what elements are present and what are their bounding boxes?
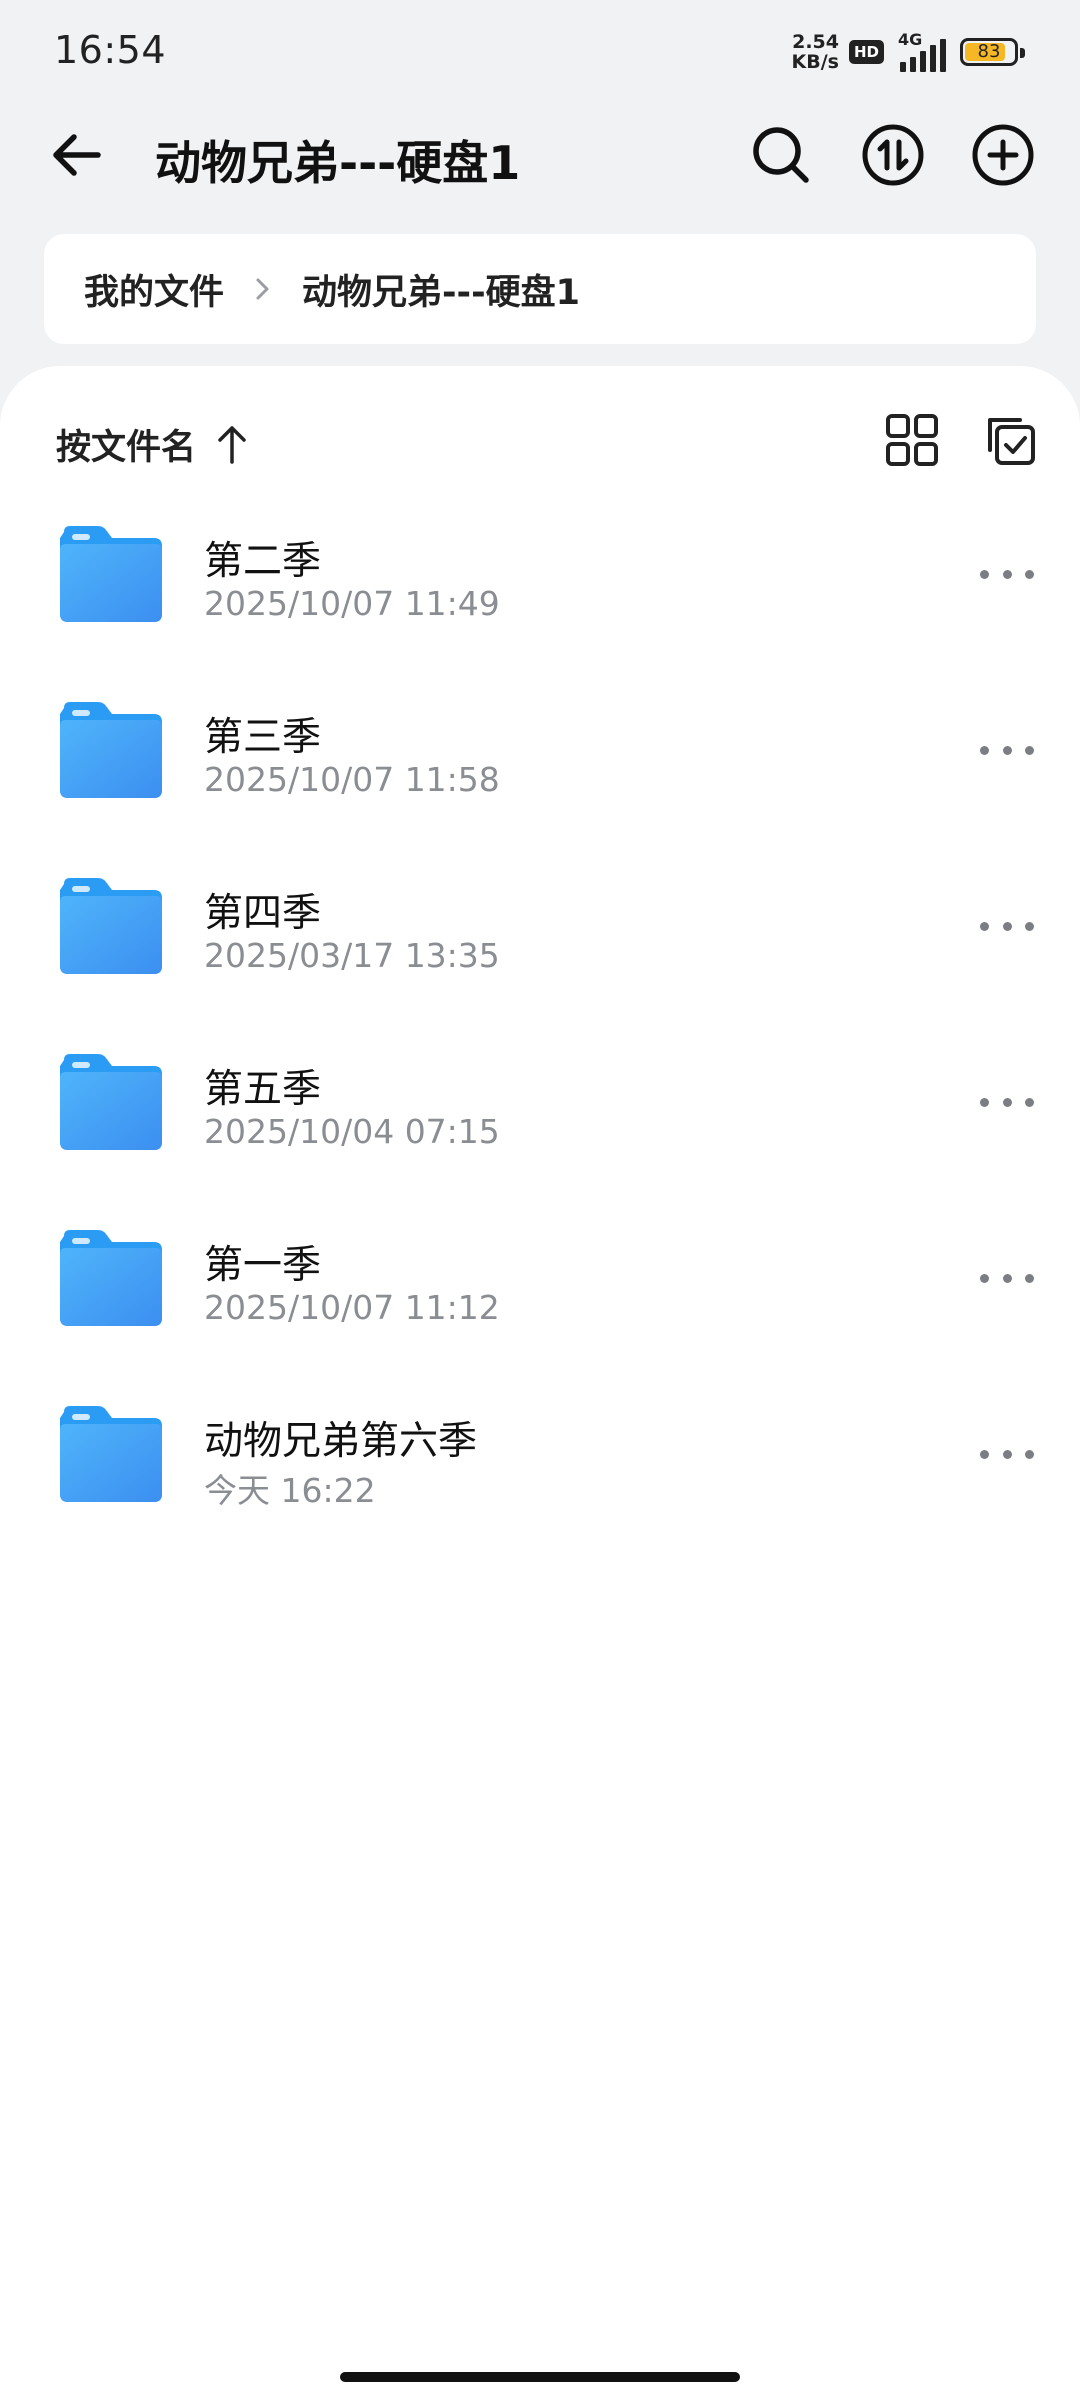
battery-icon: 83 bbox=[960, 38, 1025, 66]
folder-icon bbox=[60, 1230, 162, 1326]
multi-select-button[interactable] bbox=[978, 408, 1040, 470]
dot bbox=[1002, 921, 1012, 931]
list-item[interactable]: 第四季 2025/03/17 13:35 bbox=[0, 848, 1080, 1024]
folder-icon bbox=[60, 1406, 162, 1502]
dot bbox=[1025, 569, 1034, 579]
file-list-panel: 按文件名 第二季 2025/10/07 11:49 第三季 2025/10/07… bbox=[0, 366, 1080, 2400]
page-title: 动物兄弟---硬盘1 bbox=[155, 136, 521, 190]
arrow-up-icon bbox=[218, 426, 246, 464]
dot bbox=[1002, 1097, 1012, 1107]
dot bbox=[1025, 921, 1034, 931]
dot bbox=[980, 1449, 989, 1459]
hd-icon: HD bbox=[848, 40, 884, 64]
file-date: 2025/10/07 11:49 bbox=[204, 584, 500, 623]
dot bbox=[980, 1097, 989, 1107]
add-icon bbox=[972, 124, 1034, 186]
dot bbox=[1025, 745, 1034, 755]
dot bbox=[1002, 569, 1012, 579]
list-item[interactable]: 动物兄弟第六季 今天 16:22 bbox=[0, 1376, 1080, 1552]
signal-icon: 4G bbox=[894, 30, 946, 72]
dot bbox=[980, 745, 989, 755]
dot bbox=[1002, 745, 1012, 755]
dot bbox=[980, 921, 989, 931]
transfer-button[interactable] bbox=[856, 118, 930, 192]
file-name: 第三季 bbox=[204, 715, 322, 760]
more-options-button[interactable] bbox=[980, 1434, 1034, 1474]
dot bbox=[980, 1273, 989, 1283]
file-date: 2025/03/17 13:35 bbox=[204, 936, 500, 975]
dot bbox=[1025, 1273, 1034, 1283]
dot bbox=[1002, 1273, 1012, 1283]
transfer-icon bbox=[862, 124, 924, 186]
folder-icon bbox=[60, 702, 162, 798]
file-name: 第四季 bbox=[204, 891, 322, 936]
file-list: 第二季 2025/10/07 11:49 第三季 2025/10/07 11:5… bbox=[0, 496, 1080, 1552]
file-name: 第一季 bbox=[204, 1243, 322, 1288]
network-type-label: 4G bbox=[898, 30, 923, 49]
file-name: 第二季 bbox=[204, 539, 322, 584]
multi-select-icon bbox=[988, 418, 1035, 465]
file-date: 2025/10/07 11:12 bbox=[204, 1288, 500, 1327]
folder-icon bbox=[60, 526, 162, 622]
sort-label: 按文件名 bbox=[56, 427, 197, 468]
dot bbox=[1025, 1449, 1034, 1459]
grid-view-button[interactable] bbox=[882, 410, 942, 470]
app-bar: 动物兄弟---硬盘1 bbox=[0, 100, 1080, 210]
file-date: 2025/10/04 07:15 bbox=[204, 1112, 500, 1151]
home-indicator[interactable] bbox=[340, 2372, 740, 2382]
file-date: 今天 16:22 bbox=[204, 1471, 376, 1510]
grid-icon bbox=[886, 414, 938, 466]
list-item[interactable]: 第五季 2025/10/04 07:15 bbox=[0, 1024, 1080, 1200]
add-button[interactable] bbox=[966, 118, 1040, 192]
network-speed: 2.54 KB/s bbox=[792, 32, 839, 72]
back-arrow-icon bbox=[53, 134, 101, 176]
chevron-right-icon bbox=[256, 278, 269, 300]
file-date: 2025/10/07 11:58 bbox=[204, 760, 500, 799]
breadcrumb-item-current[interactable]: 动物兄弟---硬盘1 bbox=[302, 264, 580, 315]
file-name: 动物兄弟第六季 bbox=[204, 1419, 478, 1464]
more-options-button[interactable] bbox=[980, 730, 1034, 770]
more-options-button[interactable] bbox=[980, 554, 1034, 594]
folder-icon bbox=[60, 1054, 162, 1150]
battery-percent: 83 bbox=[977, 41, 1001, 62]
list-item[interactable]: 第一季 2025/10/07 11:12 bbox=[0, 1200, 1080, 1376]
dot bbox=[980, 569, 989, 579]
back-button[interactable] bbox=[42, 120, 112, 190]
file-name: 第五季 bbox=[204, 1067, 322, 1112]
network-speed-value: 2.54 bbox=[792, 31, 839, 53]
status-icons: 2.54 KB/s HD 4G 83 bbox=[792, 30, 1025, 72]
dot bbox=[1002, 1449, 1012, 1459]
search-button[interactable] bbox=[744, 118, 818, 192]
sort-control[interactable]: 按文件名 bbox=[56, 414, 250, 474]
network-speed-unit: KB/s bbox=[791, 51, 839, 73]
status-time: 16:54 bbox=[54, 28, 167, 72]
status-bar: 16:54 2.54 KB/s HD 4G 83 bbox=[0, 0, 1080, 100]
folder-icon bbox=[60, 878, 162, 974]
dot bbox=[1025, 1097, 1034, 1107]
more-options-button[interactable] bbox=[980, 1082, 1034, 1122]
breadcrumb-item-my-files[interactable]: 我的文件 bbox=[84, 264, 224, 315]
list-item[interactable]: 第三季 2025/10/07 11:58 bbox=[0, 672, 1080, 848]
more-options-button[interactable] bbox=[980, 906, 1034, 946]
more-options-button[interactable] bbox=[980, 1258, 1034, 1298]
list-item[interactable]: 第二季 2025/10/07 11:49 bbox=[0, 496, 1080, 672]
search-icon bbox=[753, 127, 809, 183]
breadcrumb: 我的文件 动物兄弟---硬盘1 bbox=[44, 234, 1036, 344]
